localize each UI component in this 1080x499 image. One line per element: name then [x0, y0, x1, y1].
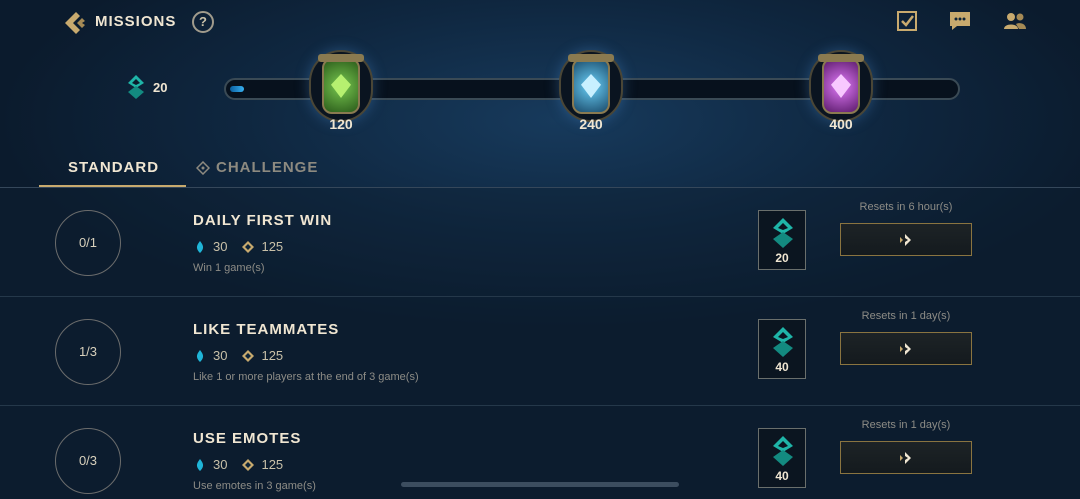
capsule-cap [818, 54, 864, 62]
help-button[interactable]: ? [192, 11, 214, 33]
mission-progress: 0/3 [55, 428, 121, 494]
blue-essence-icon [196, 349, 204, 362]
chat-icon[interactable] [948, 10, 974, 34]
mission-description: Like 1 or more players at the end of 3 g… [193, 371, 419, 383]
pass-token-icon [773, 436, 793, 466]
tab-standard[interactable]: STANDARD [68, 159, 159, 176]
gold-value: 125 [261, 348, 284, 363]
progress-fill [230, 86, 244, 92]
missions-checklist-icon[interactable] [896, 10, 922, 34]
milestone-400[interactable]: 400 [806, 50, 876, 140]
gold-value: 125 [261, 457, 284, 472]
mission-tabs: STANDARD CHALLENGE [0, 152, 1080, 188]
mission-rewards: 30 125 [193, 239, 297, 254]
friends-icon[interactable] [1002, 10, 1028, 34]
mission-description: Win 1 game(s) [193, 262, 265, 274]
mission-row: 1/3 LIKE TEAMMATES 30 125 Like 1 or more… [0, 297, 1080, 406]
mission-progress: 0/1 [55, 210, 121, 276]
mission-rewards: 30 125 [193, 348, 297, 363]
gold-token-icon [242, 349, 255, 362]
capsule-cap [318, 54, 364, 62]
blue-essence-icon [196, 458, 204, 471]
milestone-120[interactable]: 120 [306, 50, 376, 140]
tab-challenge[interactable]: CHALLENGE [196, 159, 318, 176]
mission-title: LIKE TEAMMATES [193, 321, 340, 338]
reset-timer: Resets in 6 hour(s) [859, 201, 953, 213]
mission-list: 0/1 DAILY FIRST WIN 30 125 Win 1 game(s)… [0, 188, 1080, 499]
pass-points-reward: 40 [758, 319, 806, 379]
tab-challenge-label: CHALLENGE [216, 159, 319, 176]
pass-token-icon [773, 218, 793, 248]
blue-essence-value: 30 [213, 457, 228, 472]
blue-essence-value: 30 [213, 348, 228, 363]
tab-active-underline [39, 185, 186, 187]
mission-rewards: 30 125 [193, 457, 297, 472]
go-to-mission-button[interactable] [840, 332, 972, 365]
back-chevron-icon[interactable] [62, 10, 88, 36]
pass-points-reward: 20 [758, 210, 806, 270]
arrow-right-icon [900, 234, 911, 246]
page-title: MISSIONS [95, 13, 177, 30]
mission-progress: 1/3 [55, 319, 121, 385]
mission-description: Use emotes in 3 game(s) [193, 480, 316, 492]
pass-token-icon [128, 75, 144, 99]
pass-points-value: 40 [775, 469, 789, 483]
go-to-mission-button[interactable] [840, 223, 972, 256]
pass-points-reward: 40 [758, 428, 806, 488]
blue-essence-value: 30 [213, 239, 228, 254]
reset-timer: Resets in 1 day(s) [861, 310, 951, 322]
pass-points-value: 20 [775, 251, 789, 265]
mission-row: 0/1 DAILY FIRST WIN 30 125 Win 1 game(s)… [0, 188, 1080, 297]
current-points-value: 20 [153, 79, 168, 95]
challenge-diamond-icon [196, 160, 210, 175]
pass-points-value: 40 [775, 360, 789, 374]
mission-title: DAILY FIRST WIN [193, 212, 333, 229]
milestone-label: 120 [329, 116, 353, 132]
milestone-label: 240 [579, 116, 603, 132]
top-bar: MISSIONS ? [0, 0, 1080, 44]
go-to-mission-button[interactable] [840, 441, 972, 474]
capsule-cap [568, 54, 614, 62]
pass-progress: 20 120 240 400 [0, 46, 1080, 146]
milestone-label: 400 [829, 116, 853, 132]
current-points: 20 [127, 74, 167, 100]
milestone-240[interactable]: 240 [556, 50, 626, 140]
reset-timer: Resets in 1 day(s) [861, 419, 951, 431]
arrow-right-icon [900, 343, 911, 355]
gold-token-icon [242, 458, 255, 471]
blue-essence-icon [196, 240, 204, 253]
pass-token-icon [773, 327, 793, 357]
gold-token-icon [242, 240, 255, 253]
gold-value: 125 [261, 239, 284, 254]
mission-title: USE EMOTES [193, 430, 302, 447]
home-indicator[interactable] [401, 482, 679, 487]
arrow-right-icon [900, 452, 911, 464]
